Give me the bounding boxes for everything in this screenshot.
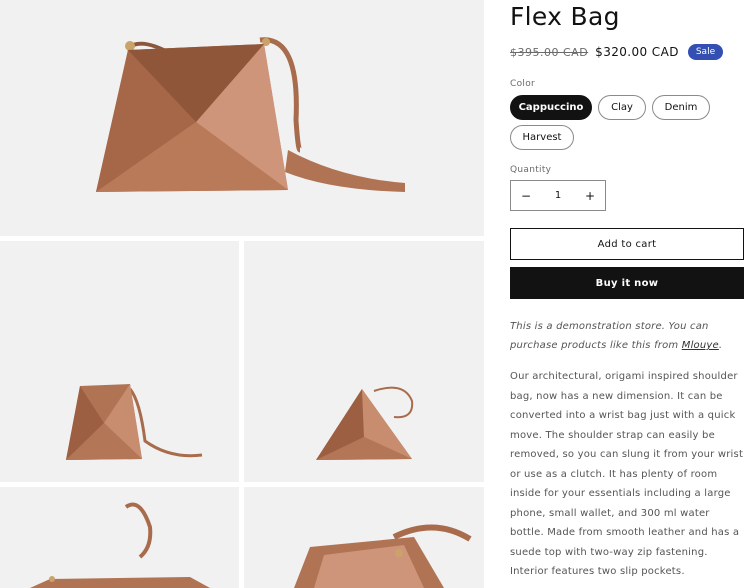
- mlouye-link[interactable]: Mlouye: [682, 340, 719, 351]
- demo-notice-end: .: [718, 340, 723, 351]
- color-label: Color: [510, 79, 535, 89]
- product-image-strap[interactable]: [0, 487, 239, 588]
- demo-store-notice: This is a demonstration store. You can p…: [510, 317, 746, 355]
- sale-price: $320.00 CAD: [595, 45, 679, 59]
- product-description: Our architectural, origami inspired shou…: [510, 371, 744, 577]
- product-gallery: [0, 0, 485, 588]
- demo-notice-text: This is a demonstration store. You can p…: [510, 321, 709, 351]
- product-image-wrist[interactable]: [244, 241, 484, 482]
- product-image-interior[interactable]: [244, 487, 484, 588]
- color-option-harvest[interactable]: Harvest: [510, 125, 574, 150]
- product-image-main[interactable]: [0, 0, 484, 236]
- product-image-crossbody[interactable]: [0, 241, 239, 482]
- color-option-clay[interactable]: Clay: [598, 95, 646, 120]
- color-option-cappuccino[interactable]: Cappuccino: [510, 95, 592, 120]
- quantity-label: Quantity: [510, 165, 552, 175]
- increase-quantity-button[interactable]: +: [575, 181, 605, 210]
- buy-now-button[interactable]: Buy it now: [510, 267, 744, 299]
- price-row: $395.00 CAD $320.00 CAD Sale: [510, 44, 724, 60]
- bag-interior-photo: [294, 524, 472, 588]
- crossbody-bag-photo: [66, 384, 203, 460]
- shoulder-bag-photo: [96, 37, 405, 192]
- decrease-quantity-button[interactable]: −: [511, 181, 541, 210]
- add-to-cart-button[interactable]: Add to cart: [510, 228, 744, 260]
- regular-price: $395.00 CAD: [510, 45, 589, 59]
- color-option-denim[interactable]: Denim: [652, 95, 710, 120]
- bag-strap-photo: [30, 502, 210, 588]
- wrist-bag-photo: [316, 386, 414, 460]
- quantity-input[interactable]: 1: [555, 190, 561, 201]
- quantity-stepper: − 1 +: [510, 180, 606, 211]
- sale-badge: Sale: [687, 44, 724, 60]
- product-title: Flex Bag: [510, 2, 620, 31]
